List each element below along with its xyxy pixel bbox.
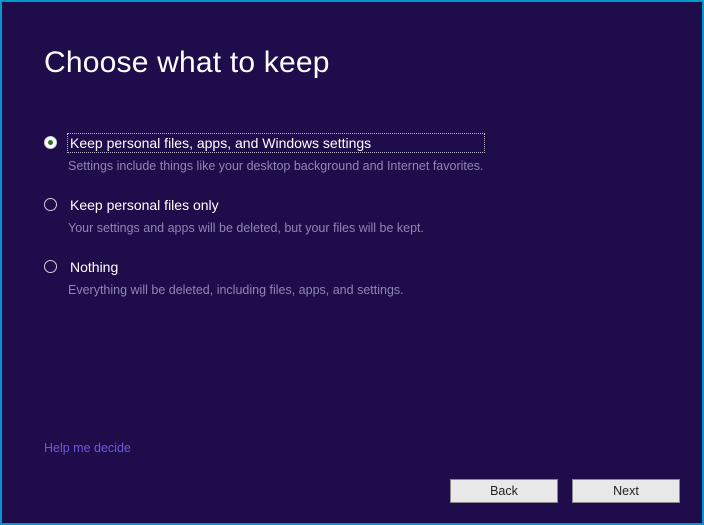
option-keep-all[interactable]: Keep personal files, apps, and Windows s… (44, 134, 660, 174)
radio-keep-files[interactable] (44, 198, 57, 211)
setup-window: Choose what to keep Keep personal files,… (0, 0, 704, 525)
option-label[interactable]: Keep personal files only (68, 196, 424, 214)
radio-wrap (44, 136, 58, 150)
option-text: Keep personal files, apps, and Windows s… (68, 134, 484, 174)
radio-wrap (44, 198, 58, 212)
back-button[interactable]: Back (450, 479, 558, 503)
radio-nothing[interactable] (44, 260, 57, 273)
option-nothing[interactable]: Nothing Everything will be deleted, incl… (44, 258, 660, 298)
option-description: Settings include things like your deskto… (68, 158, 484, 174)
option-text: Keep personal files only Your settings a… (68, 196, 424, 236)
footer-buttons: Back Next (450, 479, 680, 503)
option-text: Nothing Everything will be deleted, incl… (68, 258, 404, 298)
help-me-decide-link[interactable]: Help me decide (44, 441, 131, 455)
option-keep-files[interactable]: Keep personal files only Your settings a… (44, 196, 660, 236)
page-title: Choose what to keep (44, 46, 660, 80)
option-description: Your settings and apps will be deleted, … (68, 220, 424, 236)
next-button[interactable]: Next (572, 479, 680, 503)
radio-wrap (44, 260, 58, 274)
option-label[interactable]: Keep personal files, apps, and Windows s… (68, 134, 484, 152)
options-group: Keep personal files, apps, and Windows s… (44, 134, 660, 298)
radio-keep-all[interactable] (44, 136, 57, 149)
option-label[interactable]: Nothing (68, 258, 404, 276)
option-description: Everything will be deleted, including fi… (68, 282, 404, 298)
